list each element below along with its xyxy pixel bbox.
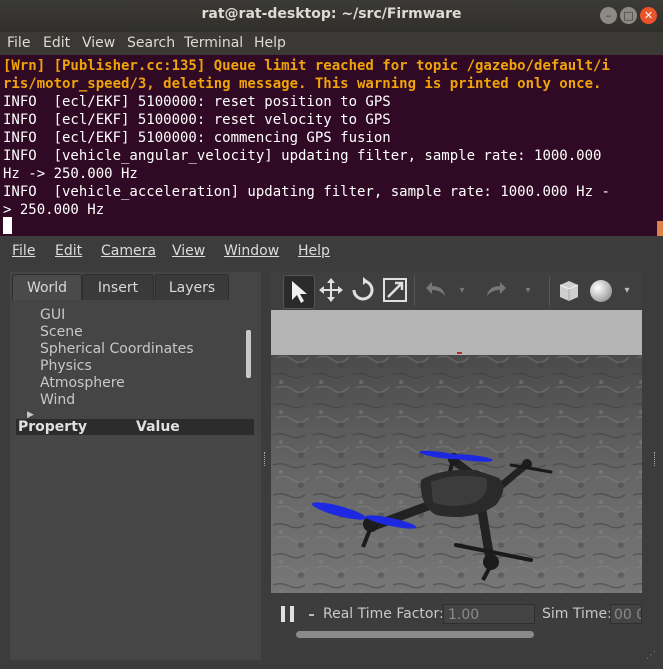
left-splitter-handle[interactable] [264, 452, 267, 466]
terminal-line: ris/motor_speed/3, deleting message. Thi… [3, 76, 602, 92]
gazebo-menu-camera-label: Camera [101, 243, 156, 259]
gazebo-menu-file-label: File [12, 243, 36, 259]
sky [271, 310, 642, 355]
terminal-line: INFO [ecl/EKF] 5100000: reset position t… [3, 94, 391, 110]
resize-grip-icon[interactable]: ⋰ [646, 650, 656, 661]
expand-arrow-icon[interactable]: ▶ [27, 410, 34, 418]
gazebo-menu-view[interactable]: View [172, 243, 205, 259]
tab-insert[interactable]: Insert [82, 274, 154, 301]
value-column-header: Value [136, 419, 180, 435]
terminal-line: [Wrn] [Publisher.cc:135] Queue limit rea… [3, 58, 610, 74]
status-horizontal-scrollbar[interactable] [296, 631, 534, 638]
more-dropdown-icon[interactable]: ▾ [618, 275, 636, 307]
tab-world[interactable]: World [12, 274, 82, 301]
terminal-menu-search[interactable]: Search [127, 35, 175, 51]
maximize-button[interactable]: □ [620, 7, 637, 24]
terminal-title: rat@rat-desktop: ~/src/Firmware [201, 6, 462, 22]
rtf-value: 1.00 [443, 604, 535, 624]
terminal-menu-terminal[interactable]: Terminal [184, 35, 243, 51]
toolbar-divider [414, 276, 415, 306]
pause-icon-bar [290, 606, 294, 622]
tree-item-spherical-coordinates[interactable]: Spherical Coordinates [40, 341, 194, 357]
terminal-line: Hz -> 250.000 Hz [3, 166, 138, 182]
terminal-scrollbar[interactable] [657, 221, 663, 236]
sim-time-value: 00 0 [610, 604, 642, 624]
redo-icon[interactable] [482, 275, 512, 307]
terminal-menu-view[interactable]: View [82, 35, 115, 51]
terminal-output[interactable]: [Wrn] [Publisher.cc:135] Queue limit rea… [0, 55, 663, 236]
rotate-icon[interactable] [348, 275, 378, 307]
terminal-menu-help[interactable]: Help [254, 35, 286, 51]
tab-layers[interactable]: Layers [155, 274, 229, 301]
undo-dropdown-icon[interactable]: ▾ [452, 275, 472, 307]
property-column-header: Property [18, 419, 88, 435]
toolbar-divider [549, 276, 550, 306]
gazebo-menu-edit-label: Edit [55, 243, 83, 259]
pause-icon[interactable] [281, 606, 285, 622]
world-tree[interactable]: GUI Scene Spherical Coordinates Physics … [14, 300, 257, 418]
terminal-line: INFO [ecl/EKF] 5100000: reset velocity t… [3, 112, 391, 128]
tree-item-scene[interactable]: Scene [40, 324, 83, 340]
terminal-cursor [3, 217, 12, 234]
terminal-menu-edit[interactable]: Edit [43, 35, 70, 51]
redo-dropdown-icon[interactable]: ▾ [518, 275, 538, 307]
undo-icon[interactable] [420, 275, 450, 307]
select-arrow-icon[interactable] [283, 275, 315, 309]
distant-marker [457, 352, 462, 354]
tree-scrollbar[interactable] [246, 330, 251, 378]
tree-item-physics[interactable]: Physics [40, 358, 92, 374]
sphere-shape-icon[interactable] [586, 275, 616, 307]
gazebo-menu-file[interactable]: File [12, 243, 35, 259]
gazebo-menu-view-label: View [172, 243, 206, 259]
gazebo-menu-help[interactable]: Help [298, 243, 330, 259]
terminal-line: INFO [vehicle_acceleration] updating fil… [3, 184, 610, 200]
rtf-label: Real Time Factor: [323, 606, 444, 622]
tree-item-atmosphere[interactable]: Atmosphere [40, 375, 125, 391]
translate-icon[interactable] [316, 275, 346, 307]
gazebo-menu-window-label: Window [224, 243, 280, 259]
scene-viewport[interactable] [271, 310, 642, 593]
tree-item-gui[interactable]: GUI [40, 307, 65, 323]
step-icon[interactable] [309, 614, 314, 616]
terminal-line: INFO [ecl/EKF] 5100000: commencing GPS f… [3, 130, 391, 146]
terminal-line: INFO [vehicle_angular_velocity] updating… [3, 148, 602, 164]
terminal-menu-file[interactable]: File [7, 35, 30, 51]
gazebo-menu-edit[interactable]: Edit [55, 243, 82, 259]
tree-item-wind[interactable]: Wind [40, 392, 75, 408]
gazebo-menu-camera[interactable]: Camera [101, 243, 156, 259]
gazebo-menu-help-label: Help [298, 243, 330, 259]
scale-icon[interactable] [380, 275, 410, 307]
minimize-button[interactable]: – [600, 7, 617, 24]
terminal-line: > 250.000 Hz [3, 202, 105, 218]
box-shape-icon[interactable] [554, 275, 584, 307]
gazebo-menu-window[interactable]: Window [224, 243, 279, 259]
sim-time-label: Sim Time: [542, 606, 612, 622]
property-table[interactable] [14, 436, 257, 658]
gazebo-menubar [0, 236, 663, 268]
right-splitter-handle[interactable] [654, 452, 657, 466]
close-button[interactable]: ✕ [640, 7, 657, 24]
